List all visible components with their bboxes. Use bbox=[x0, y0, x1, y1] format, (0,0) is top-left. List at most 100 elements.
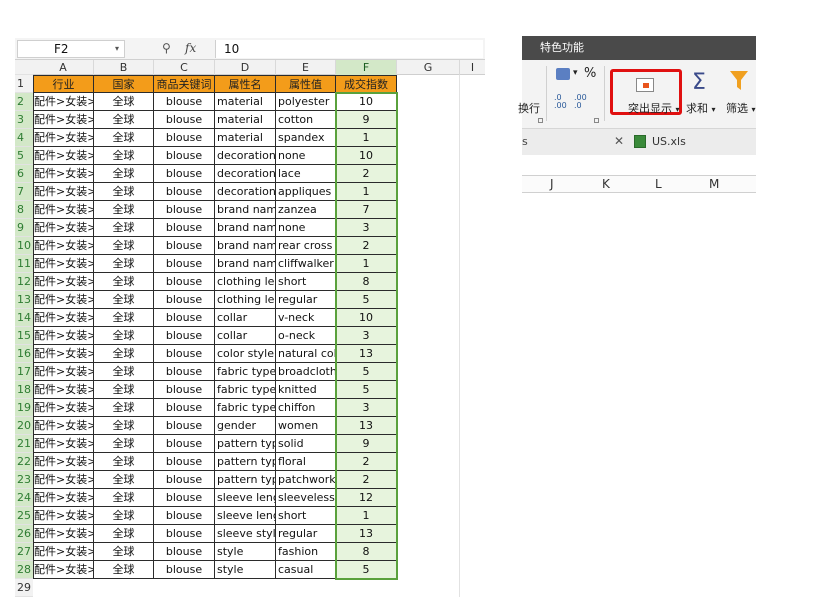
table-cell[interactable]: decoration bbox=[215, 165, 276, 183]
table-cell[interactable]: style bbox=[215, 543, 276, 561]
table-cell[interactable]: 配件>女装> bbox=[33, 273, 94, 291]
document-tab-us-xls[interactable]: US.xls bbox=[652, 135, 686, 148]
column-header-e[interactable]: E bbox=[276, 60, 336, 75]
table-cell[interactable]: 全球 bbox=[94, 435, 154, 453]
highlight-dropdown-icon[interactable]: ▾ bbox=[676, 105, 680, 114]
table-cell[interactable]: 配件>女装> bbox=[33, 363, 94, 381]
table-cell[interactable]: blouse bbox=[154, 147, 215, 165]
row-header[interactable]: 8 bbox=[15, 201, 33, 219]
row-header[interactable]: 25 bbox=[15, 507, 33, 525]
table-cell[interactable]: 1 bbox=[336, 129, 397, 147]
row-header[interactable]: 4 bbox=[15, 129, 33, 147]
column-header-partial[interactable]: I bbox=[460, 60, 485, 75]
table-cell[interactable]: blouse bbox=[154, 507, 215, 525]
table-cell[interactable]: blouse bbox=[154, 255, 215, 273]
table-cell[interactable]: 全球 bbox=[94, 489, 154, 507]
row-header[interactable]: 13 bbox=[15, 291, 33, 309]
number-format-icon[interactable] bbox=[556, 68, 570, 80]
table-cell[interactable]: 9 bbox=[336, 111, 397, 129]
table-cell[interactable]: regular bbox=[276, 525, 336, 543]
table-cell[interactable]: 2 bbox=[336, 471, 397, 489]
table-cell[interactable]: broadcloth bbox=[276, 363, 336, 381]
table-cell[interactable]: decoration bbox=[215, 183, 276, 201]
column-header-m[interactable]: M bbox=[709, 177, 719, 191]
table-cell[interactable]: 全球 bbox=[94, 273, 154, 291]
table-cell[interactable]: blouse bbox=[154, 309, 215, 327]
table-cell[interactable]: gender bbox=[215, 417, 276, 435]
table-cell[interactable]: 全球 bbox=[94, 345, 154, 363]
table-cell[interactable]: 3 bbox=[336, 399, 397, 417]
table-cell[interactable]: 配件>女装> bbox=[33, 309, 94, 327]
ribbon-tab-special-features[interactable]: 特色功能 bbox=[522, 36, 756, 60]
row-header[interactable]: 11 bbox=[15, 255, 33, 273]
row-header[interactable]: 17 bbox=[15, 363, 33, 381]
table-cell[interactable]: fabric type bbox=[215, 363, 276, 381]
table-cell[interactable]: none bbox=[276, 147, 336, 165]
table-cell[interactable]: 配件>女装> bbox=[33, 255, 94, 273]
cell-grid[interactable]: A B C D E F G I 1 2 3 4 5 6 7 8 9 10 11 12 13 14 15 16 17 18 19 20 2… bbox=[15, 60, 485, 597]
column-header-g[interactable]: G bbox=[397, 60, 460, 75]
table-cell[interactable]: 配件>女装> bbox=[33, 417, 94, 435]
table-cell[interactable]: short bbox=[276, 273, 336, 291]
table-cell[interactable]: blouse bbox=[154, 453, 215, 471]
decrease-decimal-button[interactable]: .00 .0 bbox=[574, 94, 592, 110]
insert-function-icon[interactable]: fx bbox=[185, 41, 196, 55]
conditional-highlight-icon[interactable] bbox=[636, 78, 654, 92]
table-cell[interactable]: 全球 bbox=[94, 291, 154, 309]
table-cell[interactable]: material bbox=[215, 129, 276, 147]
table-cell[interactable]: 全球 bbox=[94, 543, 154, 561]
row-header[interactable]: 20 bbox=[15, 417, 33, 435]
table-cell[interactable]: 全球 bbox=[94, 219, 154, 237]
table-cell[interactable]: 全球 bbox=[94, 453, 154, 471]
table-cell[interactable]: chiffon bbox=[276, 399, 336, 417]
increase-decimal-button[interactable]: .0 .00 bbox=[554, 94, 572, 110]
table-cell[interactable]: blouse bbox=[154, 381, 215, 399]
table-cell[interactable]: 3 bbox=[336, 327, 397, 345]
table-cell[interactable]: 全球 bbox=[94, 525, 154, 543]
table-cell[interactable]: regular bbox=[276, 291, 336, 309]
column-header-f[interactable]: F bbox=[336, 60, 397, 75]
table-cell[interactable]: 配件>女装> bbox=[33, 129, 94, 147]
highlight-button[interactable]: 突出显示 ▾ bbox=[628, 100, 680, 116]
table-cell[interactable]: sleeve style bbox=[215, 525, 276, 543]
table-cell[interactable]: sleeveless bbox=[276, 489, 336, 507]
table-cell[interactable]: none bbox=[276, 219, 336, 237]
table-cell[interactable]: brand name bbox=[215, 255, 276, 273]
number-format-dropdown-icon[interactable]: ▾ bbox=[573, 68, 578, 78]
table-cell[interactable]: 配件>女装> bbox=[33, 543, 94, 561]
table-cell[interactable]: 10 bbox=[336, 93, 397, 111]
table-cell[interactable]: patchwork bbox=[276, 471, 336, 489]
table-cell[interactable]: cliffwalker bbox=[276, 255, 336, 273]
table-cell[interactable]: spandex bbox=[276, 129, 336, 147]
table-cell[interactable]: 1 bbox=[336, 255, 397, 273]
table-header-cell[interactable]: 国家 bbox=[94, 75, 154, 93]
row-header[interactable]: 10 bbox=[15, 237, 33, 255]
table-cell[interactable]: 全球 bbox=[94, 507, 154, 525]
column-header-j[interactable]: J bbox=[550, 177, 554, 191]
table-cell[interactable]: clothing leng bbox=[215, 273, 276, 291]
row-header[interactable]: 16 bbox=[15, 345, 33, 363]
column-header-b[interactable]: B bbox=[94, 60, 154, 75]
table-cell[interactable]: blouse bbox=[154, 273, 215, 291]
table-cell[interactable]: blouse bbox=[154, 417, 215, 435]
row-header[interactable]: 2 bbox=[15, 93, 33, 111]
table-cell[interactable]: clothing leng bbox=[215, 291, 276, 309]
table-cell[interactable]: 配件>女装> bbox=[33, 453, 94, 471]
table-cell[interactable]: pattern type bbox=[215, 471, 276, 489]
table-cell[interactable]: 8 bbox=[336, 273, 397, 291]
row-header[interactable]: 12 bbox=[15, 273, 33, 291]
table-cell[interactable]: fashion bbox=[276, 543, 336, 561]
table-header-cell[interactable]: 属性值 bbox=[276, 75, 336, 93]
table-cell[interactable]: fabric type bbox=[215, 399, 276, 417]
table-cell[interactable]: 配件>女装> bbox=[33, 489, 94, 507]
filter-icon[interactable] bbox=[729, 70, 749, 92]
table-cell[interactable]: 全球 bbox=[94, 165, 154, 183]
table-cell[interactable]: brand name bbox=[215, 219, 276, 237]
row-header[interactable]: 21 bbox=[15, 435, 33, 453]
table-cell[interactable]: 13 bbox=[336, 525, 397, 543]
table-cell[interactable]: 8 bbox=[336, 543, 397, 561]
table-cell[interactable]: 12 bbox=[336, 489, 397, 507]
table-cell[interactable]: 5 bbox=[336, 561, 397, 579]
table-cell[interactable]: 全球 bbox=[94, 147, 154, 165]
table-cell[interactable]: blouse bbox=[154, 237, 215, 255]
